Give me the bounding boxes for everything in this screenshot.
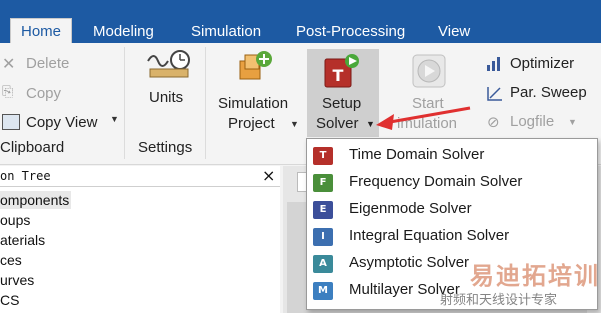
chevron-down-icon: ▼ [290, 119, 299, 129]
copy-icon: ⎘ [2, 83, 14, 99]
menu-bar: Home Modeling Simulation Post-Processing… [0, 0, 601, 44]
par-sweep-icon [487, 87, 502, 101]
group-divider [205, 47, 206, 159]
menu-item-label: Integral Equation Solver [349, 227, 510, 244]
tree-item[interactable]: CS [0, 291, 19, 309]
simulation-project-icon [239, 51, 272, 80]
copy-view-icon [2, 114, 20, 130]
navigation-tree-header: on Tree × [0, 166, 280, 187]
menu-item-label: Asymptotic Solver [349, 254, 470, 271]
copy-label: Copy [26, 85, 62, 102]
navigation-tree: omponents oups aterials ces urves CS [0, 187, 280, 313]
tree-item[interactable]: aterials [0, 231, 45, 249]
setup-solver-button[interactable]: T Setup Solver ▼ [307, 49, 379, 137]
delete-icon: ✕ [2, 56, 16, 73]
copy-view-label: Copy View [26, 114, 98, 131]
tab-simulation[interactable]: Simulation [191, 20, 261, 43]
clipboard-group-label: Clipboard [0, 139, 65, 156]
simulation-project-label-2: Project [228, 115, 275, 132]
navigation-tree-title: on Tree [0, 169, 51, 183]
asymptotic-solver-icon: A [313, 255, 333, 273]
eigenmode-solver-icon: E [313, 201, 333, 219]
time-domain-solver-icon: T [313, 147, 333, 165]
chevron-down-icon: ▼ [568, 117, 577, 127]
simulation-project-label: Simulation [218, 95, 289, 112]
optimizer-label: Optimizer [510, 55, 575, 72]
units-button[interactable]: Units [140, 49, 196, 109]
par-sweep-label: Par. Sweep [510, 84, 587, 101]
menu-item-frequency-domain-solver[interactable]: F Frequency Domain Solver [313, 170, 593, 196]
menu-item-label: Eigenmode Solver [349, 200, 472, 217]
tab-modeling[interactable]: Modeling [93, 20, 154, 43]
watermark-subtitle: 射频和天线设计专家 [440, 292, 558, 307]
tab-view[interactable]: View [438, 20, 470, 43]
menu-item-eigenmode-solver[interactable]: E Eigenmode Solver [313, 197, 593, 223]
group-divider [124, 47, 125, 159]
units-icon [147, 50, 190, 78]
close-icon[interactable]: × [262, 166, 275, 186]
menu-item-label: Frequency Domain Solver [349, 173, 523, 190]
paperclip-icon: ⊘ [487, 114, 500, 131]
setup-solver-label-2: Solver [316, 115, 359, 132]
tree-item[interactable]: oups [0, 211, 30, 229]
tab-post-processing[interactable]: Post-Processing [296, 20, 405, 43]
multilayer-solver-icon: M [313, 282, 333, 300]
optimizer-icon [487, 57, 500, 71]
tree-item[interactable]: ces [0, 251, 22, 269]
settings-group-label: Settings [138, 139, 193, 156]
chevron-down-icon: ▼ [110, 114, 119, 124]
delete-label: Delete [26, 55, 70, 72]
menu-item-integral-equation-solver[interactable]: I Integral Equation Solver [313, 224, 593, 250]
integral-equation-solver-icon: I [313, 228, 333, 246]
annotation-arrow [376, 106, 471, 130]
menu-item-time-domain-solver[interactable]: T Time Domain Solver [313, 143, 593, 169]
logfile-label: Logfile [510, 113, 555, 130]
tree-item[interactable]: urves [0, 271, 34, 289]
frequency-domain-solver-icon: F [313, 174, 333, 192]
svg-text:T: T [333, 66, 344, 85]
setup-solver-label: Setup [322, 95, 362, 112]
simulation-project-button[interactable]: Simulation Project ▼ [214, 49, 300, 133]
tree-item[interactable]: omponents [0, 191, 72, 209]
menu-item-label: Time Domain Solver [349, 146, 485, 163]
tab-home[interactable]: Home [10, 18, 73, 44]
play-icon [412, 54, 446, 88]
watermark-title: 易迪拓培训 [470, 263, 600, 290]
units-label: Units [149, 89, 184, 106]
setup-solver-icon: T [324, 54, 359, 88]
